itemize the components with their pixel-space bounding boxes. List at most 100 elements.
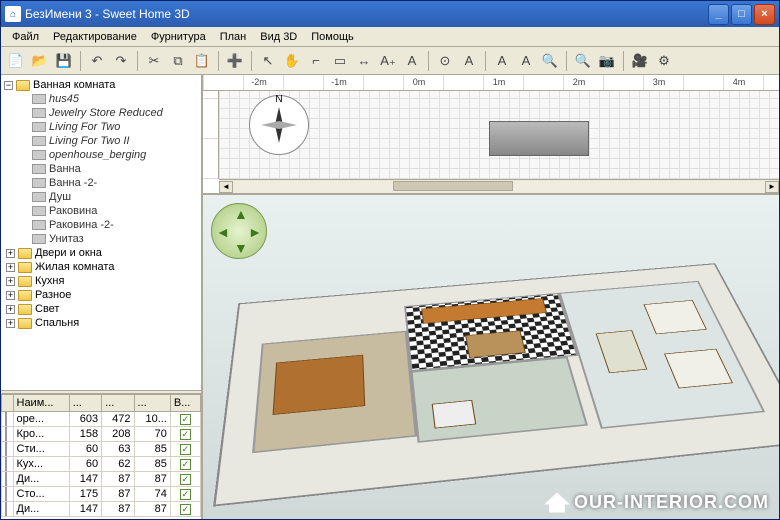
tree-category[interactable]: +Кухня (4, 274, 198, 288)
dimension-icon[interactable]: ↔ (353, 50, 375, 72)
tree-item[interactable]: Living For Two (4, 120, 198, 134)
column-header[interactable]: ... (102, 395, 134, 412)
minimize-button[interactable]: _ (708, 4, 729, 25)
column-header[interactable]: ... (134, 395, 170, 412)
tree-item[interactable]: Раковина -2- (4, 218, 198, 232)
tree-category[interactable]: +Разное (4, 288, 198, 302)
close-button[interactable]: × (754, 4, 775, 25)
scroll-left-button[interactable]: ◄ (219, 181, 233, 193)
tree-item[interactable]: Унитаз (4, 232, 198, 246)
tree-category[interactable]: +Спальня (4, 316, 198, 330)
tree-item[interactable]: Ванна -2- (4, 176, 198, 190)
collapse-icon[interactable]: − (4, 81, 13, 90)
scroll-right-button[interactable]: ► (765, 181, 779, 193)
folder-icon (18, 276, 32, 287)
tree-item[interactable]: hus45 (4, 92, 198, 106)
nav-right-icon[interactable]: ► (248, 224, 262, 240)
3d-view[interactable]: ▲ ▼ ◄ ► (203, 195, 779, 519)
compass-icon[interactable] (249, 95, 309, 155)
menu-файл[interactable]: Файл (5, 29, 46, 45)
camera-icon[interactable]: 🎥 (629, 50, 651, 72)
italic-icon[interactable]: A (515, 50, 537, 72)
redo-icon[interactable]: ↷ (110, 50, 132, 72)
pan-icon[interactable]: ✋ (281, 50, 303, 72)
column-header[interactable]: ... (69, 395, 101, 412)
expand-icon[interactable]: + (6, 249, 15, 258)
wall-icon[interactable]: ⌐ (305, 50, 327, 72)
tree-item[interactable]: Раковина (4, 204, 198, 218)
expand-icon[interactable]: + (6, 319, 15, 328)
cut-icon[interactable]: ✂ (143, 50, 165, 72)
tree-root-label[interactable]: Ванная комната (33, 79, 115, 91)
nav-left-icon[interactable]: ◄ (216, 224, 230, 240)
table-row[interactable]: Ди...1478787✓ (2, 502, 201, 517)
tree-item[interactable]: Душ (4, 190, 198, 204)
visible-checkbox[interactable]: ✓ (180, 489, 191, 500)
visible-checkbox[interactable]: ✓ (180, 459, 191, 470)
maximize-button[interactable]: □ (731, 4, 752, 25)
text-icon[interactable]: A₊ (377, 50, 399, 72)
zoom-out-icon[interactable]: 🔍 (572, 50, 594, 72)
column-header[interactable]: В... (170, 395, 200, 412)
menu-фурнитура[interactable]: Фурнитура (144, 29, 213, 45)
pointer-icon[interactable]: ↖ (257, 50, 279, 72)
plan-canvas[interactable] (219, 91, 779, 179)
scroll-track[interactable] (233, 181, 765, 193)
plan-view[interactable]: -2m-1m0m1m2m3m4m ◄ ► (203, 75, 779, 195)
table-row[interactable]: Кух...606285✓ (2, 457, 201, 472)
menu-план[interactable]: План (213, 29, 254, 45)
save-icon[interactable]: 💾 (53, 50, 75, 72)
expand-icon[interactable]: + (6, 277, 15, 286)
menu-редактирование[interactable]: Редактирование (46, 29, 144, 45)
nav-up-icon[interactable]: ▲ (234, 206, 248, 222)
furniture-table[interactable]: Наим............В... оре...60347210...✓К… (1, 394, 201, 519)
text-edit-icon[interactable]: A (458, 50, 480, 72)
preferences-icon[interactable]: ⚙ (653, 50, 675, 72)
expand-icon[interactable]: + (6, 291, 15, 300)
tree-item-label: Душ (49, 191, 71, 203)
furniture-tree[interactable]: − Ванная комнатаhus45Jewelry Store Reduce… (1, 75, 201, 390)
tree-item[interactable]: openhouse_berging (4, 148, 198, 162)
tree-item[interactable]: Living For Two II (4, 134, 198, 148)
open-icon[interactable]: 📂 (29, 50, 51, 72)
bold-icon[interactable]: A (491, 50, 513, 72)
expand-icon[interactable]: + (6, 263, 15, 272)
tree-category[interactable]: +Свет (4, 302, 198, 316)
table-row[interactable]: Сто...1758774✓ (2, 487, 201, 502)
add-furniture-icon[interactable]: ➕ (224, 50, 246, 72)
new-file-icon[interactable]: 📄 (5, 50, 27, 72)
3d-navigation-disc[interactable]: ▲ ▼ ◄ ► (211, 203, 267, 259)
nav-down-icon[interactable]: ▼ (234, 240, 248, 256)
tree-category[interactable]: +Двери и окна (4, 246, 198, 260)
visible-checkbox[interactable]: ✓ (180, 474, 191, 485)
scroll-thumb[interactable] (393, 181, 513, 191)
visible-checkbox[interactable]: ✓ (180, 504, 191, 515)
visible-checkbox[interactable]: ✓ (180, 414, 191, 425)
snapshot-icon[interactable]: 📷 (596, 50, 618, 72)
table-row[interactable]: Кро...15820870✓ (2, 427, 201, 442)
column-header[interactable] (2, 395, 14, 412)
table-row[interactable]: Сти...606385✓ (2, 442, 201, 457)
paste-icon[interactable]: 📋 (191, 50, 213, 72)
tree-item[interactable]: Ванна (4, 162, 198, 176)
expand-icon[interactable]: + (6, 305, 15, 314)
ruler-tick: -2m (219, 77, 299, 87)
horizontal-scrollbar[interactable]: ◄ ► (219, 179, 779, 193)
undo-icon[interactable]: ↶ (86, 50, 108, 72)
plan-model-preview[interactable] (489, 121, 589, 156)
visible-checkbox[interactable]: ✓ (180, 429, 191, 440)
tree-category[interactable]: +Жилая комната (4, 260, 198, 274)
table-row[interactable]: оре...60347210...✓ (2, 412, 201, 427)
zoom-in-icon[interactable]: 🔍 (539, 50, 561, 72)
menu-помощь[interactable]: Помощь (304, 29, 361, 45)
copy-icon[interactable]: ⧉ (167, 50, 189, 72)
tree-item[interactable]: Jewelry Store Reduced (4, 106, 198, 120)
column-header[interactable]: Наим... (13, 395, 69, 412)
room-icon[interactable]: ▭ (329, 50, 351, 72)
visible-checkbox[interactable]: ✓ (180, 444, 191, 455)
table-row[interactable]: Ди...1478787✓ (2, 472, 201, 487)
titlebar[interactable]: ⌂ БезИмени 3 - Sweet Home 3D _ □ × (1, 1, 779, 27)
compass-icon[interactable]: ⊙ (434, 50, 456, 72)
menu-вид 3d[interactable]: Вид 3D (253, 29, 304, 45)
label-icon[interactable]: A (401, 50, 423, 72)
